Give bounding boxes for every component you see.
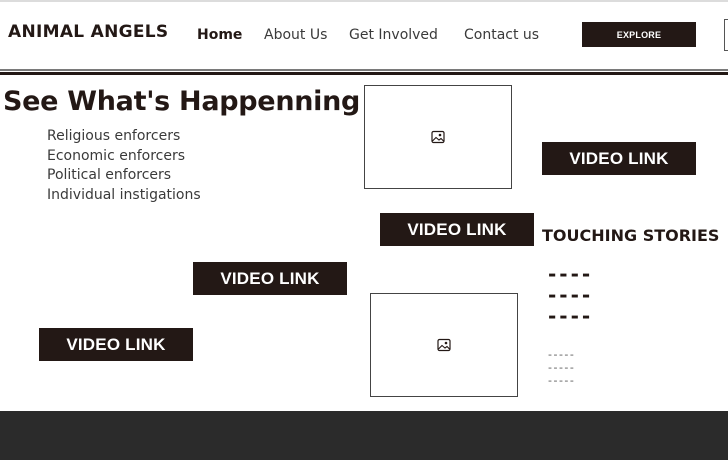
nav-contact-us[interactable]: Contact us	[464, 27, 539, 43]
header-divider-thick	[0, 72, 728, 75]
video-link-button[interactable]: VIDEO LINK	[380, 213, 534, 246]
image-placeholder[interactable]	[364, 85, 512, 189]
page-title: See What's Happenning	[3, 86, 361, 117]
list-item: Political enforcers	[47, 167, 172, 184]
nav-about-us[interactable]: About Us	[264, 27, 327, 43]
video-link-button[interactable]: VIDEO LINK	[39, 328, 193, 361]
header-edge-element	[724, 19, 728, 51]
nav-get-involved[interactable]: Get Involved	[349, 27, 438, 43]
video-link-button[interactable]: VIDEO LINK	[193, 262, 347, 295]
list-item: Religious enforcers	[47, 128, 181, 144]
header: ANIMAL ANGELS Home About Us Get Involved…	[0, 2, 728, 70]
touching-stories-heading: TOUCHING STORIES	[542, 226, 720, 245]
video-link-button[interactable]: VIDEO LINK	[542, 142, 696, 175]
image-placeholder[interactable]	[370, 293, 518, 397]
image-icon	[437, 338, 451, 352]
header-divider	[0, 69, 728, 71]
list-item: Individual instigations	[47, 187, 201, 204]
story-link[interactable]: ----	[548, 264, 593, 284]
story-link[interactable]: ----	[548, 306, 593, 326]
logo[interactable]: ANIMAL ANGELS	[8, 22, 168, 42]
story-item: -----	[548, 361, 576, 374]
image-icon	[431, 130, 445, 144]
nav-home[interactable]: Home	[197, 27, 242, 43]
story-item: -----	[548, 348, 576, 361]
explore-button[interactable]: EXPLORE	[582, 22, 696, 47]
enforcers-list: Religious enforcers Economic enforcers P…	[47, 127, 201, 206]
story-item: -----	[548, 374, 576, 387]
list-item: Economic enforcers	[47, 147, 186, 164]
footer	[0, 411, 728, 460]
story-link[interactable]: ----	[548, 285, 593, 305]
